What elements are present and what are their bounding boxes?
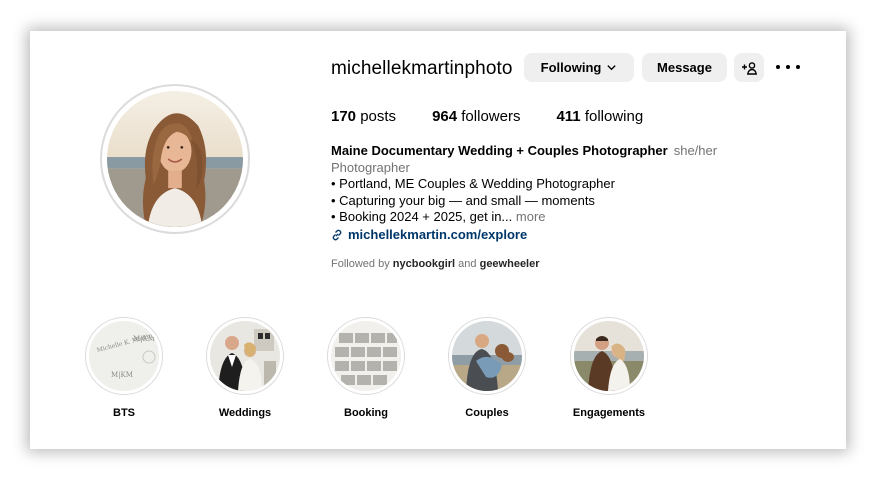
bio-pronouns: she/her	[673, 143, 718, 158]
highlight-engagements[interactable]: Engagements	[564, 317, 654, 419]
highlight-label: Booking	[344, 407, 388, 419]
highlight-ring	[327, 317, 405, 395]
profile-avatar-ring[interactable]	[100, 84, 250, 234]
highlight-ring	[448, 317, 526, 395]
more-dot	[786, 65, 790, 69]
bio-line: • Booking 2024 + 2025, get in...	[331, 209, 513, 224]
following-count: 411	[556, 108, 581, 125]
bio-line-truncated: • Booking 2024 + 2025, get in... more	[331, 209, 811, 226]
bio-line: • Portland, ME Couples & Wedding Photogr…	[331, 176, 615, 191]
highlight-label: Couples	[465, 407, 509, 419]
bio-line: • Capturing your big — and small — momen…	[331, 192, 595, 208]
highlight-weddings[interactable]: Weddings	[200, 317, 290, 419]
bio-more-link[interactable]: more	[516, 209, 546, 224]
more-dot	[796, 65, 800, 69]
profile-card: michellekmartinphoto Following Message 1…	[30, 31, 846, 449]
chevron-down-icon	[607, 65, 616, 71]
highlight-booking[interactable]: Booking	[321, 317, 411, 419]
posts-label: posts	[360, 108, 397, 125]
highlight-cover-engagements	[574, 321, 644, 391]
bio-name: Maine Documentary Wedding + Couples Phot…	[331, 143, 668, 158]
following-button[interactable]: Following	[524, 53, 634, 82]
followed-by[interactable]: Followed by nycbookgirl and geewheeler	[331, 258, 540, 270]
highlight-ring: Michelle K. Martin M|KM M|KM	[85, 317, 163, 395]
message-button-label: Message	[657, 60, 712, 75]
following-stat-label: following	[584, 108, 644, 125]
profile-username: michellekmartinphoto	[331, 58, 513, 79]
message-button[interactable]: Message	[642, 53, 727, 82]
following-stat[interactable]: 411 following	[556, 108, 643, 125]
link-icon	[332, 229, 342, 241]
bio-category: Photographer	[331, 159, 410, 175]
highlight-label: BTS	[113, 407, 135, 419]
highlight-ring	[570, 317, 648, 395]
followed-by-prefix: Followed by	[331, 258, 390, 270]
posts-count: 170	[331, 108, 357, 125]
highlight-ring	[206, 317, 284, 395]
more-icon[interactable]	[776, 61, 800, 73]
highlight-cover-couples	[452, 321, 522, 391]
more-dot	[776, 65, 780, 69]
bts-cover-monogram: M|KM	[111, 371, 133, 379]
followed-by-user[interactable]: geewheeler	[480, 258, 540, 270]
highlight-label: Engagements	[572, 407, 646, 419]
highlight-cover-weddings	[210, 321, 280, 391]
bio-website-link[interactable]: michellekmartin.com/explore	[331, 227, 811, 244]
add-user-icon	[742, 61, 757, 75]
following-button-label: Following	[540, 60, 602, 75]
highlight-cover-bts: Michelle K. Martin M|KM M|KM	[89, 321, 159, 391]
suggested-users-button[interactable]	[734, 53, 764, 82]
followed-by-user[interactable]: nycbookgirl	[393, 258, 455, 270]
followed-by-conj: and	[458, 258, 477, 270]
highlight-cover-booking	[331, 321, 401, 391]
highlight-bts[interactable]: Michelle K. Martin M|KM M|KM BTS	[79, 317, 169, 419]
profile-stats: 170 posts 964 followers 411 following	[331, 108, 679, 125]
followers-count: 964	[432, 108, 458, 125]
followers-label: followers	[461, 108, 521, 125]
posts-stat: 170 posts	[331, 108, 396, 125]
highlight-label: Weddings	[218, 407, 272, 419]
bio-website-text: michellekmartin.com/explore	[348, 226, 528, 242]
highlight-couples[interactable]: Couples	[442, 317, 532, 419]
bts-cover-monogram: M|KM	[133, 335, 155, 343]
profile-bio: Maine Documentary Wedding + Couples Phot…	[331, 143, 811, 243]
bio-name-row: Maine Documentary Wedding + Couples Phot…	[331, 143, 811, 160]
followers-stat[interactable]: 964 followers	[432, 108, 520, 125]
profile-avatar	[107, 91, 243, 227]
